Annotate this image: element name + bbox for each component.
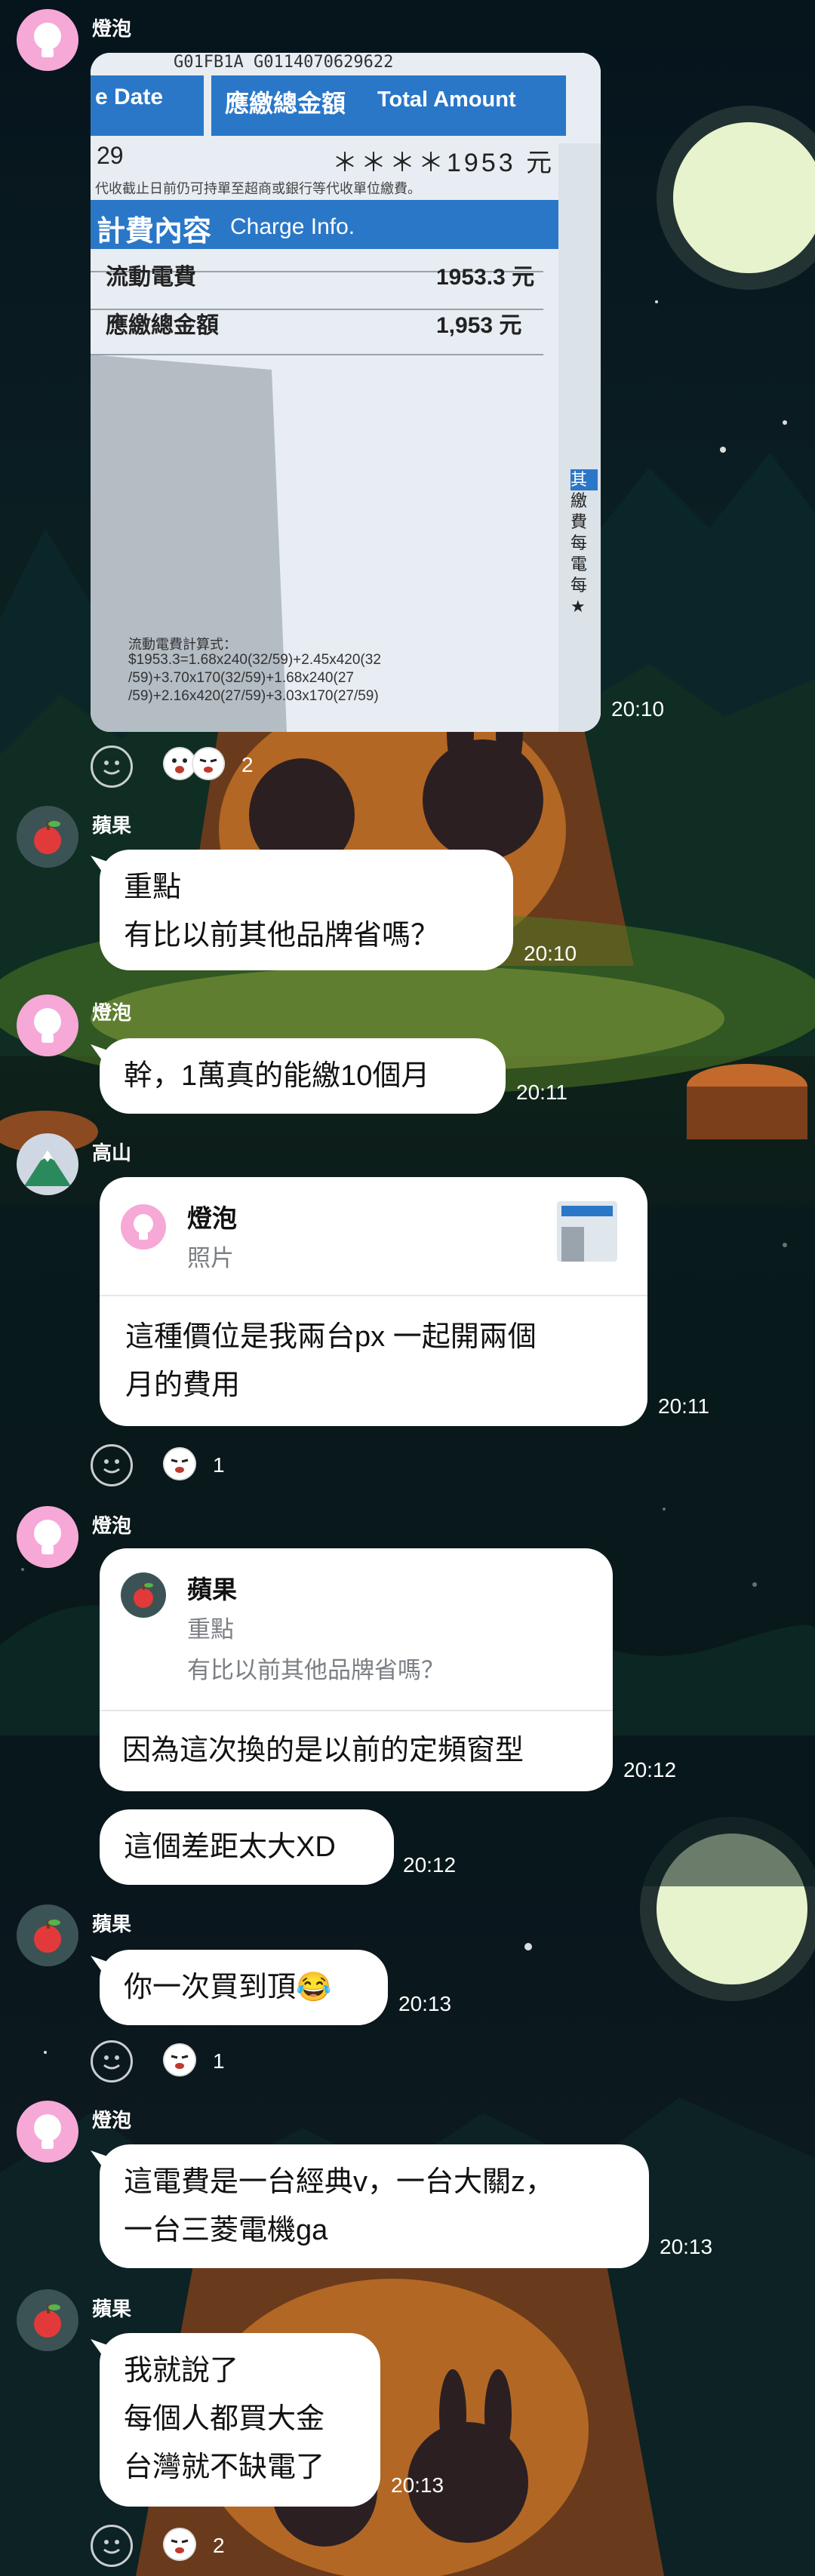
lightbulb-avatar xyxy=(121,1204,166,1250)
bill-side-char: 費 xyxy=(570,512,588,531)
apple-avatar xyxy=(121,1572,166,1618)
bill-due-date-label: e Date xyxy=(95,85,164,109)
bill-side-char: 繳 xyxy=(570,491,588,510)
bill-total-zh: 應繳總金額 xyxy=(225,90,346,117)
message-time: 20:13 xyxy=(660,2235,713,2258)
bill-side-char: 每 xyxy=(570,533,588,552)
bill-barcode-number: G01FB1A G0114070629622 xyxy=(174,53,394,72)
lightbulb-avatar[interactable] xyxy=(17,1506,78,1568)
message-text: 幹，1萬真的能繳10個月 xyxy=(124,1060,430,1092)
bill-row-label: 流動電費 xyxy=(106,265,196,290)
bill-payment-notice: 代收截止日前仍可持單至超商或銀行等代收單位繳費。 xyxy=(95,181,421,196)
reaction-count: 2 xyxy=(241,753,254,776)
message-time: 20:10 xyxy=(524,942,577,965)
lightbulb-avatar[interactable] xyxy=(17,9,78,71)
sender-name: 高山 xyxy=(92,1142,132,1164)
reaction-emoji-icon[interactable] xyxy=(163,2528,196,2561)
reaction-emoji-icon[interactable] xyxy=(192,747,225,780)
sender-name: 燈泡 xyxy=(92,1001,132,1024)
message-time: 20:12 xyxy=(623,1758,677,1781)
reaction-count: 2 xyxy=(213,2534,225,2557)
sender-name: 燈泡 xyxy=(92,2109,132,2132)
bill-side-char: 電 xyxy=(570,555,588,573)
message-text: 重點 xyxy=(124,871,182,903)
quoted-text: 照片 xyxy=(187,1245,234,1271)
quoted-photo-thumbnail xyxy=(557,1201,617,1262)
apple-avatar[interactable] xyxy=(17,2289,78,2351)
quoted-sender: 蘋果 xyxy=(187,1575,237,1603)
message-time: 20:11 xyxy=(516,1081,567,1104)
reaction-count: 1 xyxy=(213,2049,225,2073)
message-bubble[interactable]: 這個差距太大XD xyxy=(100,1809,394,1885)
apple-avatar[interactable] xyxy=(17,1904,78,1966)
message-text: 這個差距太大XD xyxy=(124,1831,336,1863)
add-reaction-icon[interactable] xyxy=(91,1444,133,1486)
reaction-emoji-icon[interactable] xyxy=(163,1447,196,1480)
message-text: 有比以前其他品牌省嗎？ xyxy=(124,920,440,951)
bill-row-value: 1953.3 元 xyxy=(436,265,535,290)
quoted-text: 重點 xyxy=(187,1616,234,1643)
quoted-message[interactable]: 蘋果 重點 有比以前其他品牌省嗎？ xyxy=(100,1548,613,1711)
sender-name: 蘋果 xyxy=(92,814,132,837)
bill-row-value: 1,953 元 xyxy=(436,313,522,338)
bill-total-value: ＊＊＊＊1953 元 xyxy=(332,149,555,177)
bill-side-char: 每 xyxy=(570,576,588,595)
sender-name: 蘋果 xyxy=(92,1913,132,1935)
reaction-emoji-icon[interactable] xyxy=(163,2043,196,2076)
message-text: 每個人都買大金 xyxy=(124,2403,325,2435)
message-bubble[interactable]: 我就說了 每個人都買大金 台灣就不缺電了 xyxy=(91,2333,380,2507)
message-time: 20:13 xyxy=(398,1992,452,2015)
bill-formula-line: $1953.3=1.68x240(32/59)+2.45x420(32 xyxy=(128,652,381,668)
message-text: 因為這次換的是以前的定頻窗型 xyxy=(122,1735,524,1766)
lightbulb-avatar[interactable] xyxy=(17,2101,78,2163)
message-text: 一台三菱電機ga xyxy=(124,2215,328,2246)
message-text: 你一次買到頂😂 xyxy=(124,1972,332,2003)
apple-avatar[interactable] xyxy=(17,806,78,868)
message-time: 20:13 xyxy=(391,2473,444,2497)
reply-message-card[interactable]: 燈泡 照片 這種價位是我兩台px 一起開兩個 月的費用 xyxy=(100,1177,647,1426)
add-reaction-icon[interactable] xyxy=(91,2040,133,2083)
message-bubble[interactable]: 這電費是一台經典v，一台大關z， 一台三菱電機ga xyxy=(91,2144,649,2268)
sender-name: 蘋果 xyxy=(92,2298,132,2320)
quoted-message[interactable]: 燈泡 照片 xyxy=(100,1177,647,1296)
bill-side-char: 其 xyxy=(570,469,598,490)
sender-name: 燈泡 xyxy=(92,1514,132,1537)
message-time: 20:10 xyxy=(611,697,665,721)
bill-charge-info-zh: 計費內容 xyxy=(97,216,212,247)
message-time: 20:11 xyxy=(658,1394,709,1418)
message-bubble[interactable]: 你一次買到頂😂 xyxy=(91,1950,388,2025)
message-bubble[interactable]: 幹，1萬真的能繳10個月 xyxy=(91,1038,506,1114)
reply-message-card[interactable]: 蘋果 重點 有比以前其他品牌省嗎？ 因為這次換的是以前的定頻窗型 xyxy=(100,1548,613,1791)
mountain-avatar[interactable] xyxy=(17,1133,78,1195)
bill-formula-title: 流動電費計算式： xyxy=(128,637,237,652)
lightbulb-avatar[interactable] xyxy=(17,994,78,1056)
message-bubble[interactable]: 重點 有比以前其他品牌省嗎？ xyxy=(91,850,513,970)
bill-formula-line: /59)+3.70x170(32/59)+1.68x240(27 xyxy=(128,670,354,686)
electricity-bill-photo[interactable]: G01FB1A G0114070629622 e Date 應繳總金額 Tota… xyxy=(91,53,601,732)
bill-charge-info-en: Charge Info. xyxy=(230,214,355,239)
quoted-text: 有比以前其他品牌省嗎？ xyxy=(187,1657,444,1683)
bill-row-label: 應繳總金額 xyxy=(106,313,219,338)
sender-name: 燈泡 xyxy=(92,17,132,40)
bill-due-date-value: 29 xyxy=(97,142,124,169)
bill-total-en: Total Amount xyxy=(377,88,516,112)
bill-formula-line: /59)+2.16x420(27/59)+3.03x170(27/59) xyxy=(128,688,379,704)
message-text: 我就說了 xyxy=(124,2355,239,2387)
quoted-sender: 燈泡 xyxy=(187,1204,237,1232)
message-text: 月的費用 xyxy=(125,1369,241,1401)
add-reaction-icon[interactable] xyxy=(91,2525,133,2567)
bill-side-column: 其 繳 費 每 電 每 ★ xyxy=(570,469,598,617)
message-time: 20:12 xyxy=(403,1853,457,1877)
message-text: 這電費是一台經典v，一台大關z， xyxy=(124,2166,555,2198)
add-reaction-icon[interactable] xyxy=(91,745,133,788)
message-text: 這種價位是我兩台px 一起開兩個 xyxy=(125,1321,537,1353)
message-text: 台灣就不缺電了 xyxy=(124,2452,325,2483)
reaction-count: 1 xyxy=(213,1453,225,1477)
bill-side-char: ★ xyxy=(570,597,586,616)
